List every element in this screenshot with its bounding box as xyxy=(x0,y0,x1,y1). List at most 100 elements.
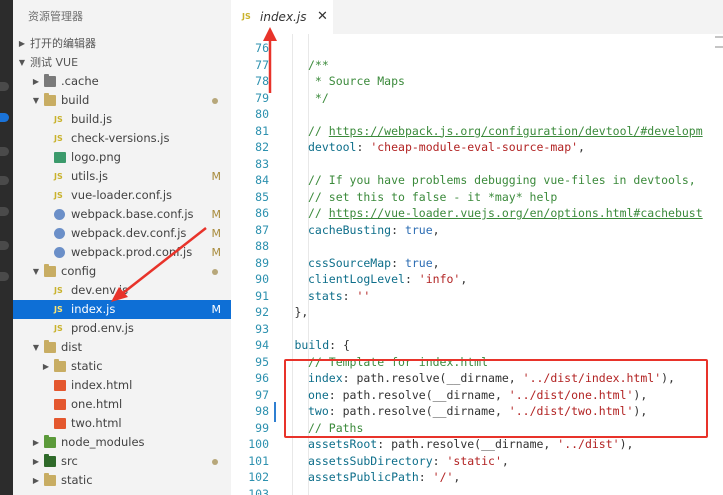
code-token: '/' xyxy=(432,470,454,484)
tab-bar: JS index.js ✕ xyxy=(231,0,723,34)
modified-badge: M xyxy=(211,170,222,183)
js-file-icon: JS xyxy=(54,324,63,333)
tree-item[interactable]: JS dev.env.js xyxy=(13,281,231,300)
file-tree: ▶ .cache ▼ build JS build.js JS check-versions.… xyxy=(13,72,231,490)
code-line: * Source Maps xyxy=(308,73,405,90)
tree-item-label: check-versions.js xyxy=(71,131,170,145)
close-icon[interactable]: ✕ xyxy=(317,9,328,24)
tree-item-label: vue-loader.conf.js xyxy=(71,188,173,202)
tab-index-js[interactable]: JS index.js ✕ xyxy=(231,0,333,34)
line-number: 89 xyxy=(255,255,269,270)
folder-icon xyxy=(44,454,56,467)
activity-icon[interactable] xyxy=(0,207,9,216)
modified-badge: M xyxy=(211,246,222,259)
tree-item[interactable]: two.html xyxy=(13,414,231,433)
line-number: 76 xyxy=(255,41,269,55)
tree-item[interactable]: webpack.prod.conf.js M xyxy=(13,243,231,262)
activity-icon[interactable] xyxy=(0,147,9,156)
activity-icon[interactable] xyxy=(0,82,9,91)
code-token: clientLogLevel xyxy=(308,272,405,286)
code-line: */ xyxy=(308,90,329,107)
code-token: /** xyxy=(308,57,329,72)
tree-item[interactable]: index.html xyxy=(13,376,231,395)
tree-item-label: webpack.prod.conf.js xyxy=(71,245,193,259)
tree-item-label: dist xyxy=(61,340,82,354)
folder-icon xyxy=(44,473,56,486)
tree-item[interactable]: JS build.js xyxy=(13,110,231,129)
folder-icon xyxy=(44,74,56,87)
tree-item-label: utils.js xyxy=(71,169,109,183)
line-number: 91 xyxy=(255,288,269,303)
code-token: devtool xyxy=(308,140,357,154)
code-line: stats: '' xyxy=(308,288,370,305)
tree-item[interactable]: ▶ node_modules xyxy=(13,433,231,452)
tree-item[interactable]: ▼ build xyxy=(13,91,231,110)
line-number: 87 xyxy=(255,222,269,237)
tree-item[interactable]: webpack.dev.conf.js M xyxy=(13,224,231,243)
line-number: 79 xyxy=(255,90,269,105)
line-number: 93 xyxy=(255,321,269,336)
code-line: // https://vue-loader.vuejs.org/en/optio… xyxy=(308,205,703,222)
js-file-icon: JS xyxy=(54,286,63,295)
line-number: 97 xyxy=(255,387,269,402)
code-token: : xyxy=(418,470,433,484)
code-token: true xyxy=(404,255,433,270)
activity-icon[interactable] xyxy=(0,272,9,281)
tree-item[interactable]: ▼ dist xyxy=(13,338,231,357)
code-line: assetsPublicPath: '/', xyxy=(308,469,460,486)
code-token: assetsSubDirectory xyxy=(308,453,433,468)
tree-item[interactable]: logo.png xyxy=(13,148,231,167)
code-token: // xyxy=(308,206,329,220)
tree-item[interactable]: ▶ src xyxy=(13,452,231,471)
line-number: 94 xyxy=(255,338,269,352)
tree-item[interactable]: ▶ static xyxy=(13,471,231,490)
tree-item[interactable]: JS vue-loader.conf.js xyxy=(13,186,231,205)
code-token: cacheBusting xyxy=(308,222,392,237)
code-token: '' xyxy=(356,288,371,303)
html-file-icon xyxy=(54,399,66,410)
tree-item[interactable]: JS index.js M xyxy=(13,300,231,319)
code-token: * Source Maps xyxy=(308,74,405,88)
tree-item[interactable]: JS utils.js M xyxy=(13,167,231,186)
line-number: 83 xyxy=(255,156,269,171)
code-line: build: { xyxy=(295,337,350,354)
tree-item[interactable]: one.html xyxy=(13,395,231,414)
tree-item-label: dev.env.js xyxy=(71,283,129,297)
line-number: 84 xyxy=(255,173,269,187)
folder-icon xyxy=(54,359,66,372)
tree-item-label: one.html xyxy=(71,397,123,411)
line-number: 90 xyxy=(255,272,269,286)
line-number: 98 xyxy=(255,404,269,418)
chevron-right-icon: ▶ xyxy=(32,438,40,447)
modified-line-indicator xyxy=(274,402,276,422)
activity-icon[interactable] xyxy=(0,176,9,185)
code-line: // https://webpack.js.org/configuration/… xyxy=(308,123,703,140)
tree-item[interactable]: ▼ config xyxy=(13,262,231,281)
js-file-icon: JS xyxy=(54,191,63,200)
code-token: // set this to false - it *may* help xyxy=(308,189,558,204)
chevron-right-icon: ▶ xyxy=(32,457,40,466)
tree-item-label: webpack.dev.conf.js xyxy=(71,226,187,240)
line-number: 82 xyxy=(255,140,269,154)
chevron-right-icon: ▶ xyxy=(32,476,40,485)
project-section[interactable]: ▼ 测试 VUE xyxy=(13,53,231,72)
tree-item-label: build.js xyxy=(71,112,113,126)
js-file-icon: JS xyxy=(54,134,63,143)
chevron-right-icon: ▶ xyxy=(42,362,50,371)
tree-item[interactable]: JS prod.env.js xyxy=(13,319,231,338)
tree-item[interactable]: ▶ .cache xyxy=(13,72,231,91)
code-token: cssSourceMap xyxy=(308,255,392,270)
tree-item[interactable]: webpack.base.conf.js M xyxy=(13,205,231,224)
js-file-icon: JS xyxy=(242,12,251,21)
tree-item[interactable]: ▶ static xyxy=(13,357,231,376)
activity-icon[interactable] xyxy=(0,241,9,250)
tree-item[interactable]: JS check-versions.js xyxy=(13,129,231,148)
code-token: stats xyxy=(308,288,343,303)
code-line: clientLogLevel: 'info', xyxy=(308,271,467,288)
open-editors-section[interactable]: ▶ 打开的编辑器 xyxy=(13,34,231,53)
line-number: 102 xyxy=(248,470,269,484)
code-token: ), xyxy=(619,437,634,451)
tree-item-label: two.html xyxy=(71,416,122,430)
activity-icon-active[interactable] xyxy=(0,113,9,122)
tab-label: index.js xyxy=(260,10,307,24)
